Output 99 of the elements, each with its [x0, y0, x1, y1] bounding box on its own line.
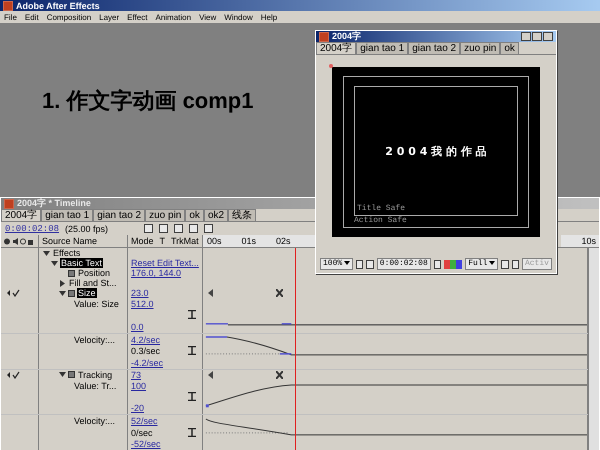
ruler-label: 00s	[207, 236, 222, 246]
graph-scale-label[interactable]: 512.0	[131, 299, 154, 309]
composition-tab[interactable]: zuo pin	[460, 42, 500, 54]
graph-property-name: Velocity:...	[73, 334, 116, 345]
caret-icon	[344, 261, 350, 265]
safe-zones-icon[interactable]	[356, 260, 364, 268]
camera-icon[interactable]	[434, 260, 442, 268]
ruler-label: 01s	[242, 236, 256, 246]
property-name[interactable]: Tracking	[77, 370, 114, 380]
property-name[interactable]: Basic Text	[60, 258, 103, 268]
property-name[interactable]: Effects	[52, 248, 82, 258]
graph-scale-label: 0.3/sec	[131, 346, 160, 356]
menu-item[interactable]: Edit	[24, 12, 39, 22]
resolution-dropdown[interactable]: Full	[465, 258, 498, 270]
mask-icon[interactable]	[366, 260, 374, 268]
graph-scale-label[interactable]: 0.0	[131, 322, 144, 332]
slide-heading: 1. 作文字动画 comp1	[42, 87, 254, 115]
switches-icon	[4, 238, 34, 244]
column-header[interactable]: TrkMat	[171, 236, 199, 246]
stopwatch-icon[interactable]	[68, 290, 75, 296]
anchor-point-icon	[329, 64, 333, 68]
keyframe-nav-icon[interactable]	[207, 289, 214, 297]
graph-zoom-icon[interactable]	[188, 310, 196, 320]
graph-scale-label[interactable]: 52/sec	[131, 416, 158, 426]
composition-tab[interactable]: gian tao 1	[356, 42, 408, 54]
timeline-tab[interactable]: zuo pin	[145, 209, 186, 221]
zoom-dropdown[interactable]: 100%	[320, 258, 354, 270]
menu-item[interactable]: File	[4, 12, 17, 22]
minimize-button[interactable]	[521, 32, 531, 41]
twirl-triangle-icon[interactable]	[59, 371, 66, 378]
preview-text: 2 0 0 4 我 的 作 品	[384, 144, 488, 159]
channels-icon[interactable]	[444, 260, 462, 268]
close-button[interactable]	[543, 32, 553, 41]
transparency-grid-icon[interactable]	[512, 260, 519, 268]
property-name[interactable]: Fill and St...	[68, 278, 118, 288]
timeline-tab[interactable]: 2004字	[1, 209, 42, 221]
graph-property-name: Value: Size	[73, 299, 120, 309]
twirl-triangle-icon[interactable]	[43, 250, 50, 256]
twirl-triangle-icon[interactable]	[59, 290, 66, 296]
graph-property-name: Velocity:...	[73, 416, 116, 426]
composition-tab[interactable]: 2004字	[316, 42, 356, 54]
property-value[interactable]: 73	[131, 370, 142, 380]
app-title: Adobe After Effects	[16, 0, 100, 10]
column-header[interactable]: T	[160, 236, 166, 246]
timeline-tab[interactable]: 线条	[228, 209, 256, 221]
graph-scale-label[interactable]: -20	[131, 403, 144, 414]
property-name[interactable]: Size	[77, 288, 97, 298]
property-name[interactable]: Position	[77, 268, 112, 278]
property-value[interactable]: Reset Edit Text...	[131, 258, 199, 268]
menu-item[interactable]: Composition	[46, 12, 92, 22]
frame-rate: (25.00 fps)	[65, 224, 108, 234]
column-header[interactable]: Source Name	[42, 236, 98, 246]
graph-zoom-icon[interactable]	[188, 346, 196, 356]
ruler-label: 10s	[581, 236, 596, 246]
app-icon	[3, 0, 13, 10]
timeline-tab[interactable]: ok	[185, 209, 204, 221]
graph-scale-label[interactable]: -52/sec	[131, 439, 161, 449]
composition-tab[interactable]: gian tao 2	[408, 42, 460, 54]
ruler-label: 02s	[276, 236, 291, 246]
keyframe-nav-icon[interactable]	[207, 370, 214, 378]
keyframe-icon[interactable]	[276, 289, 283, 297]
caret-icon	[489, 261, 496, 265]
graph-scale-label[interactable]: -4.2/sec	[131, 358, 164, 368]
timeline-tab[interactable]: gian tao 1	[41, 209, 94, 221]
graph-scale-label[interactable]: 100	[131, 380, 146, 390]
graph-property-name: Value: Tr...	[73, 380, 118, 390]
keyframe-checkmark-icon[interactable]	[6, 370, 20, 378]
window-title: 2004字 * Timeline	[17, 197, 91, 210]
timecode-field[interactable]: 0:00:02:08	[376, 258, 431, 270]
maximize-button[interactable]	[532, 32, 542, 41]
window-title: 2004字	[332, 30, 362, 42]
scrollbar[interactable]	[588, 248, 599, 450]
current-time[interactable]: 0:00:02:08	[5, 224, 60, 234]
graph-zoom-icon[interactable]	[188, 392, 196, 401]
graph-scale-label[interactable]: 4.2/sec	[131, 334, 160, 345]
graph-zoom-icon[interactable]	[188, 428, 196, 437]
keyframe-icon[interactable]	[276, 370, 283, 378]
property-value[interactable]: 23.0	[131, 288, 149, 298]
menu-item[interactable]: Help	[260, 12, 278, 22]
action-safe-label: Action Safe	[354, 216, 408, 225]
property-value[interactable]: 176.0, 144.0	[131, 268, 182, 278]
time-ruler-end[interactable]: 10s	[561, 235, 599, 247]
twirl-triangle-icon[interactable]	[59, 280, 66, 286]
menu-item[interactable]: Effect	[127, 12, 148, 22]
column-header[interactable]: Mode	[131, 236, 154, 246]
twirl-triangle-icon[interactable]	[51, 260, 58, 266]
time-ruler[interactable]: 00s 01s 02s	[203, 235, 315, 247]
timeline-tab[interactable]: ok2	[204, 209, 228, 221]
menu-item[interactable]: Window	[224, 12, 253, 22]
composition-tab[interactable]: ok	[500, 42, 519, 54]
graph-scale-label: 0/sec	[131, 428, 153, 438]
keyframe-checkmark-icon[interactable]	[6, 289, 20, 297]
menu-item[interactable]: Layer	[99, 12, 120, 22]
title-safe-label: Title Safe	[357, 204, 406, 213]
menu-item[interactable]: Animation	[155, 12, 192, 22]
menu-item[interactable]: View	[199, 12, 216, 22]
region-icon[interactable]	[501, 260, 509, 268]
timeline-tab[interactable]: gian tao 2	[93, 209, 146, 221]
stopwatch-icon[interactable]	[68, 270, 75, 276]
